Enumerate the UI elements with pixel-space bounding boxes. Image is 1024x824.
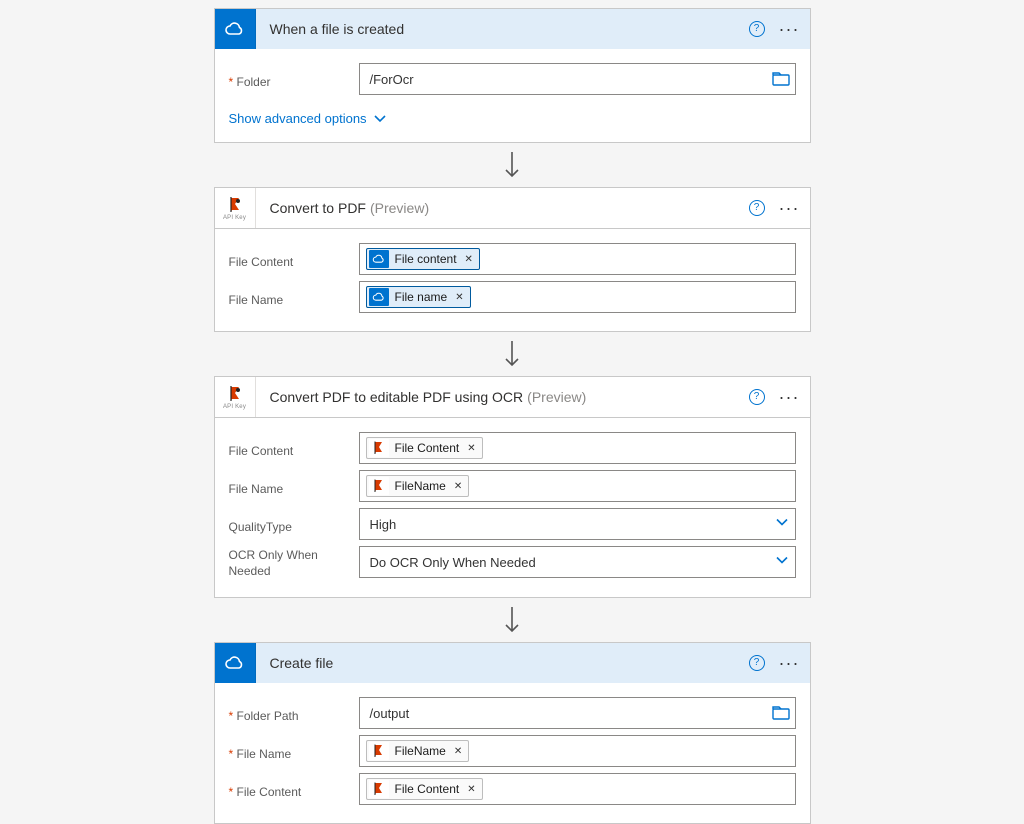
preview-suffix: (Preview) [527,389,586,405]
file-content-label: File Content [229,778,359,801]
card-title: Convert to PDF [270,200,366,216]
onedrive-icon [369,250,389,268]
convert-to-pdf-card: API Key Convert to PDF (Preview) ? ··· F… [214,187,811,332]
file-name-label: File Name [229,740,359,763]
file-name-input[interactable]: FileName ✕ [359,470,796,502]
more-menu-button[interactable]: ··· [775,198,804,219]
quality-label: QualityType [229,513,359,536]
onedrive-icon [215,643,256,683]
file-content-label: File Content [229,248,359,271]
token-text: FileName [395,744,446,758]
card-header[interactable]: Create file ? ··· [215,643,810,683]
remove-token-icon[interactable]: ✕ [453,292,463,303]
more-menu-button[interactable]: ··· [775,653,804,674]
api-key-connector-icon: API Key [215,188,256,228]
ocr-only-label: OCR Only When Needed [229,546,359,579]
folder-path-label: Folder Path [229,702,359,725]
more-menu-button[interactable]: ··· [775,19,804,40]
card-title: Convert PDF to editable PDF using OCR [270,389,524,405]
remove-token-icon[interactable]: ✕ [452,481,462,492]
token-text: File name [395,290,448,304]
flow-arrow [215,332,810,376]
folder-picker-icon[interactable] [771,704,791,722]
token-text: FileName [395,479,446,493]
more-menu-button[interactable]: ··· [775,387,804,408]
show-advanced-label: Show advanced options [229,111,367,126]
remove-token-icon[interactable]: ✕ [452,746,462,757]
token-text: File Content [395,782,460,796]
file-content-label: File Content [229,437,359,460]
flag-icon [369,439,389,457]
dynamic-token-file-name[interactable]: File name ✕ [366,286,471,308]
quality-value: High [366,517,789,532]
dynamic-token-file-name[interactable]: FileName ✕ [366,740,470,762]
chevron-down-icon [373,112,387,126]
dynamic-token-file-content[interactable]: File Content ✕ [366,778,483,800]
card-title: Create file [270,655,334,671]
trigger-card: When a file is created ? ··· Folder /For… [214,8,811,143]
show-advanced-link[interactable]: Show advanced options [229,111,387,126]
file-name-label: File Name [229,475,359,498]
card-header[interactable]: API Key Convert PDF to editable PDF usin… [215,377,810,418]
dynamic-token-file-content[interactable]: File Content ✕ [366,437,483,459]
folder-value: /ForOcr [366,72,789,87]
card-header[interactable]: When a file is created ? ··· [215,9,810,49]
folder-path-value: /output [366,706,789,721]
api-key-sublabel: API Key [223,404,246,410]
flow-arrow [215,143,810,187]
api-key-connector-icon: API Key [215,377,256,417]
folder-label: Folder [229,68,359,91]
chevron-down-icon [775,516,789,533]
onedrive-icon [369,288,389,306]
ocr-card: API Key Convert PDF to editable PDF usin… [214,376,811,598]
file-content-input[interactable]: File content ✕ [359,243,796,275]
help-icon[interactable]: ? [749,21,765,37]
folder-path-input[interactable]: /output [359,697,796,729]
flag-icon [369,780,389,798]
flag-icon [369,742,389,760]
flow-arrow [215,598,810,642]
help-icon[interactable]: ? [749,655,765,671]
ocr-only-value: Do OCR Only When Needed [366,555,789,570]
chevron-down-icon [775,554,789,571]
dynamic-token-file-content[interactable]: File content ✕ [366,248,480,270]
folder-picker-icon[interactable] [771,70,791,88]
file-name-input[interactable]: FileName ✕ [359,735,796,767]
ocr-only-select[interactable]: Do OCR Only When Needed [359,546,796,578]
help-icon[interactable]: ? [749,389,765,405]
folder-input[interactable]: /ForOcr [359,63,796,95]
card-header[interactable]: API Key Convert to PDF (Preview) ? ··· [215,188,810,229]
file-name-input[interactable]: File name ✕ [359,281,796,313]
onedrive-icon [215,9,256,49]
file-content-input[interactable]: File Content ✕ [359,432,796,464]
card-title: When a file is created [270,21,405,37]
remove-token-icon[interactable]: ✕ [465,443,475,454]
token-text: File Content [395,441,460,455]
quality-select[interactable]: High [359,508,796,540]
create-file-card: Create file ? ··· Folder Path /output Fi… [214,642,811,824]
remove-token-icon[interactable]: ✕ [463,254,473,265]
help-icon[interactable]: ? [749,200,765,216]
file-content-input[interactable]: File Content ✕ [359,773,796,805]
token-text: File content [395,252,457,266]
preview-suffix: (Preview) [370,200,429,216]
remove-token-icon[interactable]: ✕ [465,784,475,795]
api-key-sublabel: API Key [223,215,246,221]
dynamic-token-file-name[interactable]: FileName ✕ [366,475,470,497]
file-name-label: File Name [229,286,359,309]
flag-icon [369,477,389,495]
